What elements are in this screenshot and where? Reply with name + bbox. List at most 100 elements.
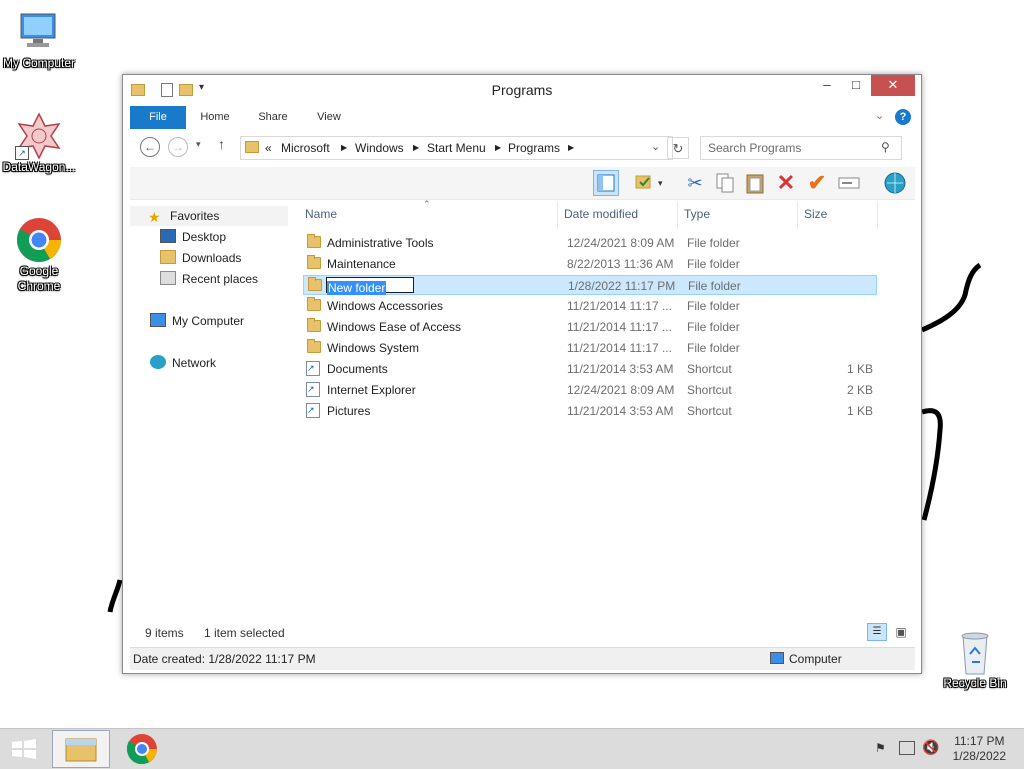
- clock[interactable]: 11:17 PM 1/28/2022: [953, 734, 1006, 764]
- up-button[interactable]: ↑: [218, 136, 225, 152]
- breadcrumb-prefix[interactable]: «: [265, 141, 272, 155]
- tab-share[interactable]: Share: [246, 106, 300, 129]
- preview-pane-button[interactable]: [593, 170, 619, 196]
- file-date: 11/21/2014 11:17 ...: [567, 299, 672, 313]
- desktop-icon-recycle-bin[interactable]: Recycle Bin: [937, 628, 1013, 691]
- breadcrumb-start-menu[interactable]: Start Menu: [427, 141, 486, 155]
- tab-home[interactable]: Home: [188, 106, 242, 129]
- folder-icon: [245, 141, 259, 153]
- desktop-icon-my-computer[interactable]: My Computer: [1, 8, 77, 71]
- desktop-icon-label: My Computer: [2, 56, 76, 70]
- file-explorer-icon: [65, 738, 97, 762]
- file-name: New folder: [327, 281, 387, 295]
- volume-muted-icon[interactable]: 🔇: [922, 739, 939, 756]
- column-header-type[interactable]: Type: [678, 201, 798, 229]
- address-dropdown-icon[interactable]: ⌄: [651, 140, 660, 153]
- file-row[interactable]: Windows Ease of Access 11/21/2014 11:17 .…: [303, 317, 877, 337]
- file-row[interactable]: Maintenance 8/22/2013 11:36 AM File folder: [303, 254, 877, 274]
- paste-icon[interactable]: [742, 170, 768, 196]
- breadcrumb-separator-icon[interactable]: ▶: [413, 143, 419, 152]
- nav-network-label: Network: [172, 356, 217, 370]
- column-header-name[interactable]: Name ⌃: [299, 199, 558, 229]
- select-all-icon[interactable]: [630, 170, 656, 196]
- nav-desktop[interactable]: Desktop: [160, 227, 226, 247]
- date-created-text: Date created: 1/28/2022 11:17 PM: [133, 652, 316, 666]
- breadcrumb-separator-icon[interactable]: ▶: [568, 143, 574, 152]
- file-row[interactable]: Windows Accessories 11/21/2014 11:17 ... F…: [303, 296, 877, 316]
- cut-icon[interactable]: ✂: [682, 170, 708, 196]
- nav-downloads[interactable]: Downloads: [160, 248, 241, 268]
- nav-my-computer[interactable]: My Computer: [150, 311, 244, 331]
- refresh-button[interactable]: ↻: [667, 137, 689, 159]
- breadcrumb-microsoft[interactable]: Microsoft: [281, 141, 330, 155]
- title-bar[interactable]: ▾ Programs – □ ✕: [123, 75, 921, 105]
- tab-file[interactable]: File: [130, 106, 186, 129]
- desktop-icon-datawagon[interactable]: ↗ DataWagon...: [1, 112, 77, 175]
- details-view-button[interactable]: ☰: [867, 623, 887, 641]
- file-type: Shortcut: [687, 383, 732, 397]
- taskbar-chrome[interactable]: [126, 733, 158, 765]
- network-status-icon[interactable]: [899, 741, 915, 755]
- nav-my-computer-label: My Computer: [172, 314, 245, 328]
- large-icons-view-button[interactable]: ▣: [891, 623, 911, 641]
- breadcrumb-separator-icon[interactable]: ▶: [495, 143, 501, 152]
- start-button[interactable]: [10, 738, 38, 760]
- item-count: 9 items: [145, 626, 184, 640]
- nav-favorites[interactable]: ★ Favorites: [130, 206, 288, 226]
- file-name: Internet Explorer: [327, 383, 416, 397]
- column-name-label: Name: [305, 207, 338, 221]
- delete-icon[interactable]: ✕: [773, 170, 799, 196]
- breadcrumb-separator-icon[interactable]: ▶: [341, 143, 347, 152]
- desktop-icon-google-chrome[interactable]: Google Chrome: [1, 216, 77, 294]
- help-icon[interactable]: ?: [895, 109, 911, 125]
- copy-icon[interactable]: [712, 170, 738, 196]
- checkmark-icon[interactable]: ✔: [804, 170, 830, 196]
- search-box[interactable]: Search Programs ⚲: [700, 136, 902, 160]
- desktop-icon-label: Recycle Bin: [943, 676, 1007, 690]
- maximize-button[interactable]: □: [843, 75, 869, 96]
- file-row[interactable]: Documents 11/21/2014 3:53 AM Shortcut 1 KB: [303, 358, 877, 379]
- search-input[interactable]: Search Programs: [708, 141, 801, 155]
- globe-icon[interactable]: [882, 170, 908, 196]
- minimize-button[interactable]: –: [814, 75, 840, 96]
- breadcrumb-programs[interactable]: Programs: [508, 141, 560, 155]
- close-button[interactable]: ✕: [871, 75, 915, 96]
- forward-button[interactable]: →: [168, 137, 188, 157]
- computer-icon: [150, 313, 166, 327]
- breadcrumb-windows[interactable]: Windows: [355, 141, 404, 155]
- nav-network[interactable]: Network: [150, 353, 216, 373]
- file-name: Maintenance: [327, 257, 396, 271]
- shortcut-icon: [306, 400, 320, 420]
- column-header-date[interactable]: Date modified: [558, 201, 678, 229]
- folder-icon: [307, 297, 321, 311]
- column-header-size[interactable]: Size: [798, 201, 878, 229]
- clock-time: 11:17 PM: [954, 734, 1005, 748]
- file-row[interactable]: Internet Explorer 12/24/2021 8:09 AM Short…: [303, 379, 877, 400]
- file-name: Windows System: [327, 341, 420, 355]
- file-size: 1 KB: [846, 362, 873, 376]
- file-row[interactable]: Windows System 11/21/2014 11:17 ... File f…: [303, 338, 877, 358]
- taskbar-file-explorer[interactable]: [52, 730, 110, 768]
- action-center-icon[interactable]: ⚑: [875, 741, 889, 755]
- column-size-label: Size: [804, 207, 828, 221]
- star-icon: ★: [148, 209, 161, 225]
- expand-ribbon-icon[interactable]: ⌄: [875, 109, 884, 122]
- back-button[interactable]: ←: [140, 137, 160, 157]
- select-dropdown-icon[interactable]: ▾: [658, 170, 670, 196]
- explorer-window[interactable]: ▾ Programs – □ ✕ File Home Share View ⌄ …: [122, 74, 922, 674]
- tab-view[interactable]: View: [302, 106, 356, 129]
- file-row[interactable]: Pictures 11/21/2014 3:53 AM Shortcut 1 KB: [303, 400, 877, 421]
- recent-locations-icon[interactable]: ▾: [196, 139, 201, 150]
- rename-icon[interactable]: [836, 170, 862, 196]
- folder-icon: [307, 234, 321, 248]
- search-icon[interactable]: ⚲: [881, 140, 890, 154]
- address-box[interactable]: « Microsoft ▶ Windows ▶ Start Menu ▶ Pro…: [240, 136, 673, 160]
- file-row[interactable]: New folder 1/28/2022 11:17 PM File folder: [303, 275, 877, 295]
- file-row[interactable]: Administrative Tools 12/24/2021 8:09 AM Fi…: [303, 233, 877, 253]
- nav-recent-places[interactable]: Recent places: [160, 269, 258, 289]
- file-name: Documents: [327, 362, 388, 376]
- navigation-pane: ★ Favorites Desktop Downloads Recent plac…: [130, 201, 296, 621]
- file-size: 1 KB: [846, 404, 873, 418]
- address-bar-row: ← → ▾ ↑ « Microsoft ▶ Windows ▶ Start Me…: [130, 133, 915, 163]
- rename-input[interactable]: New folder: [326, 277, 414, 295]
